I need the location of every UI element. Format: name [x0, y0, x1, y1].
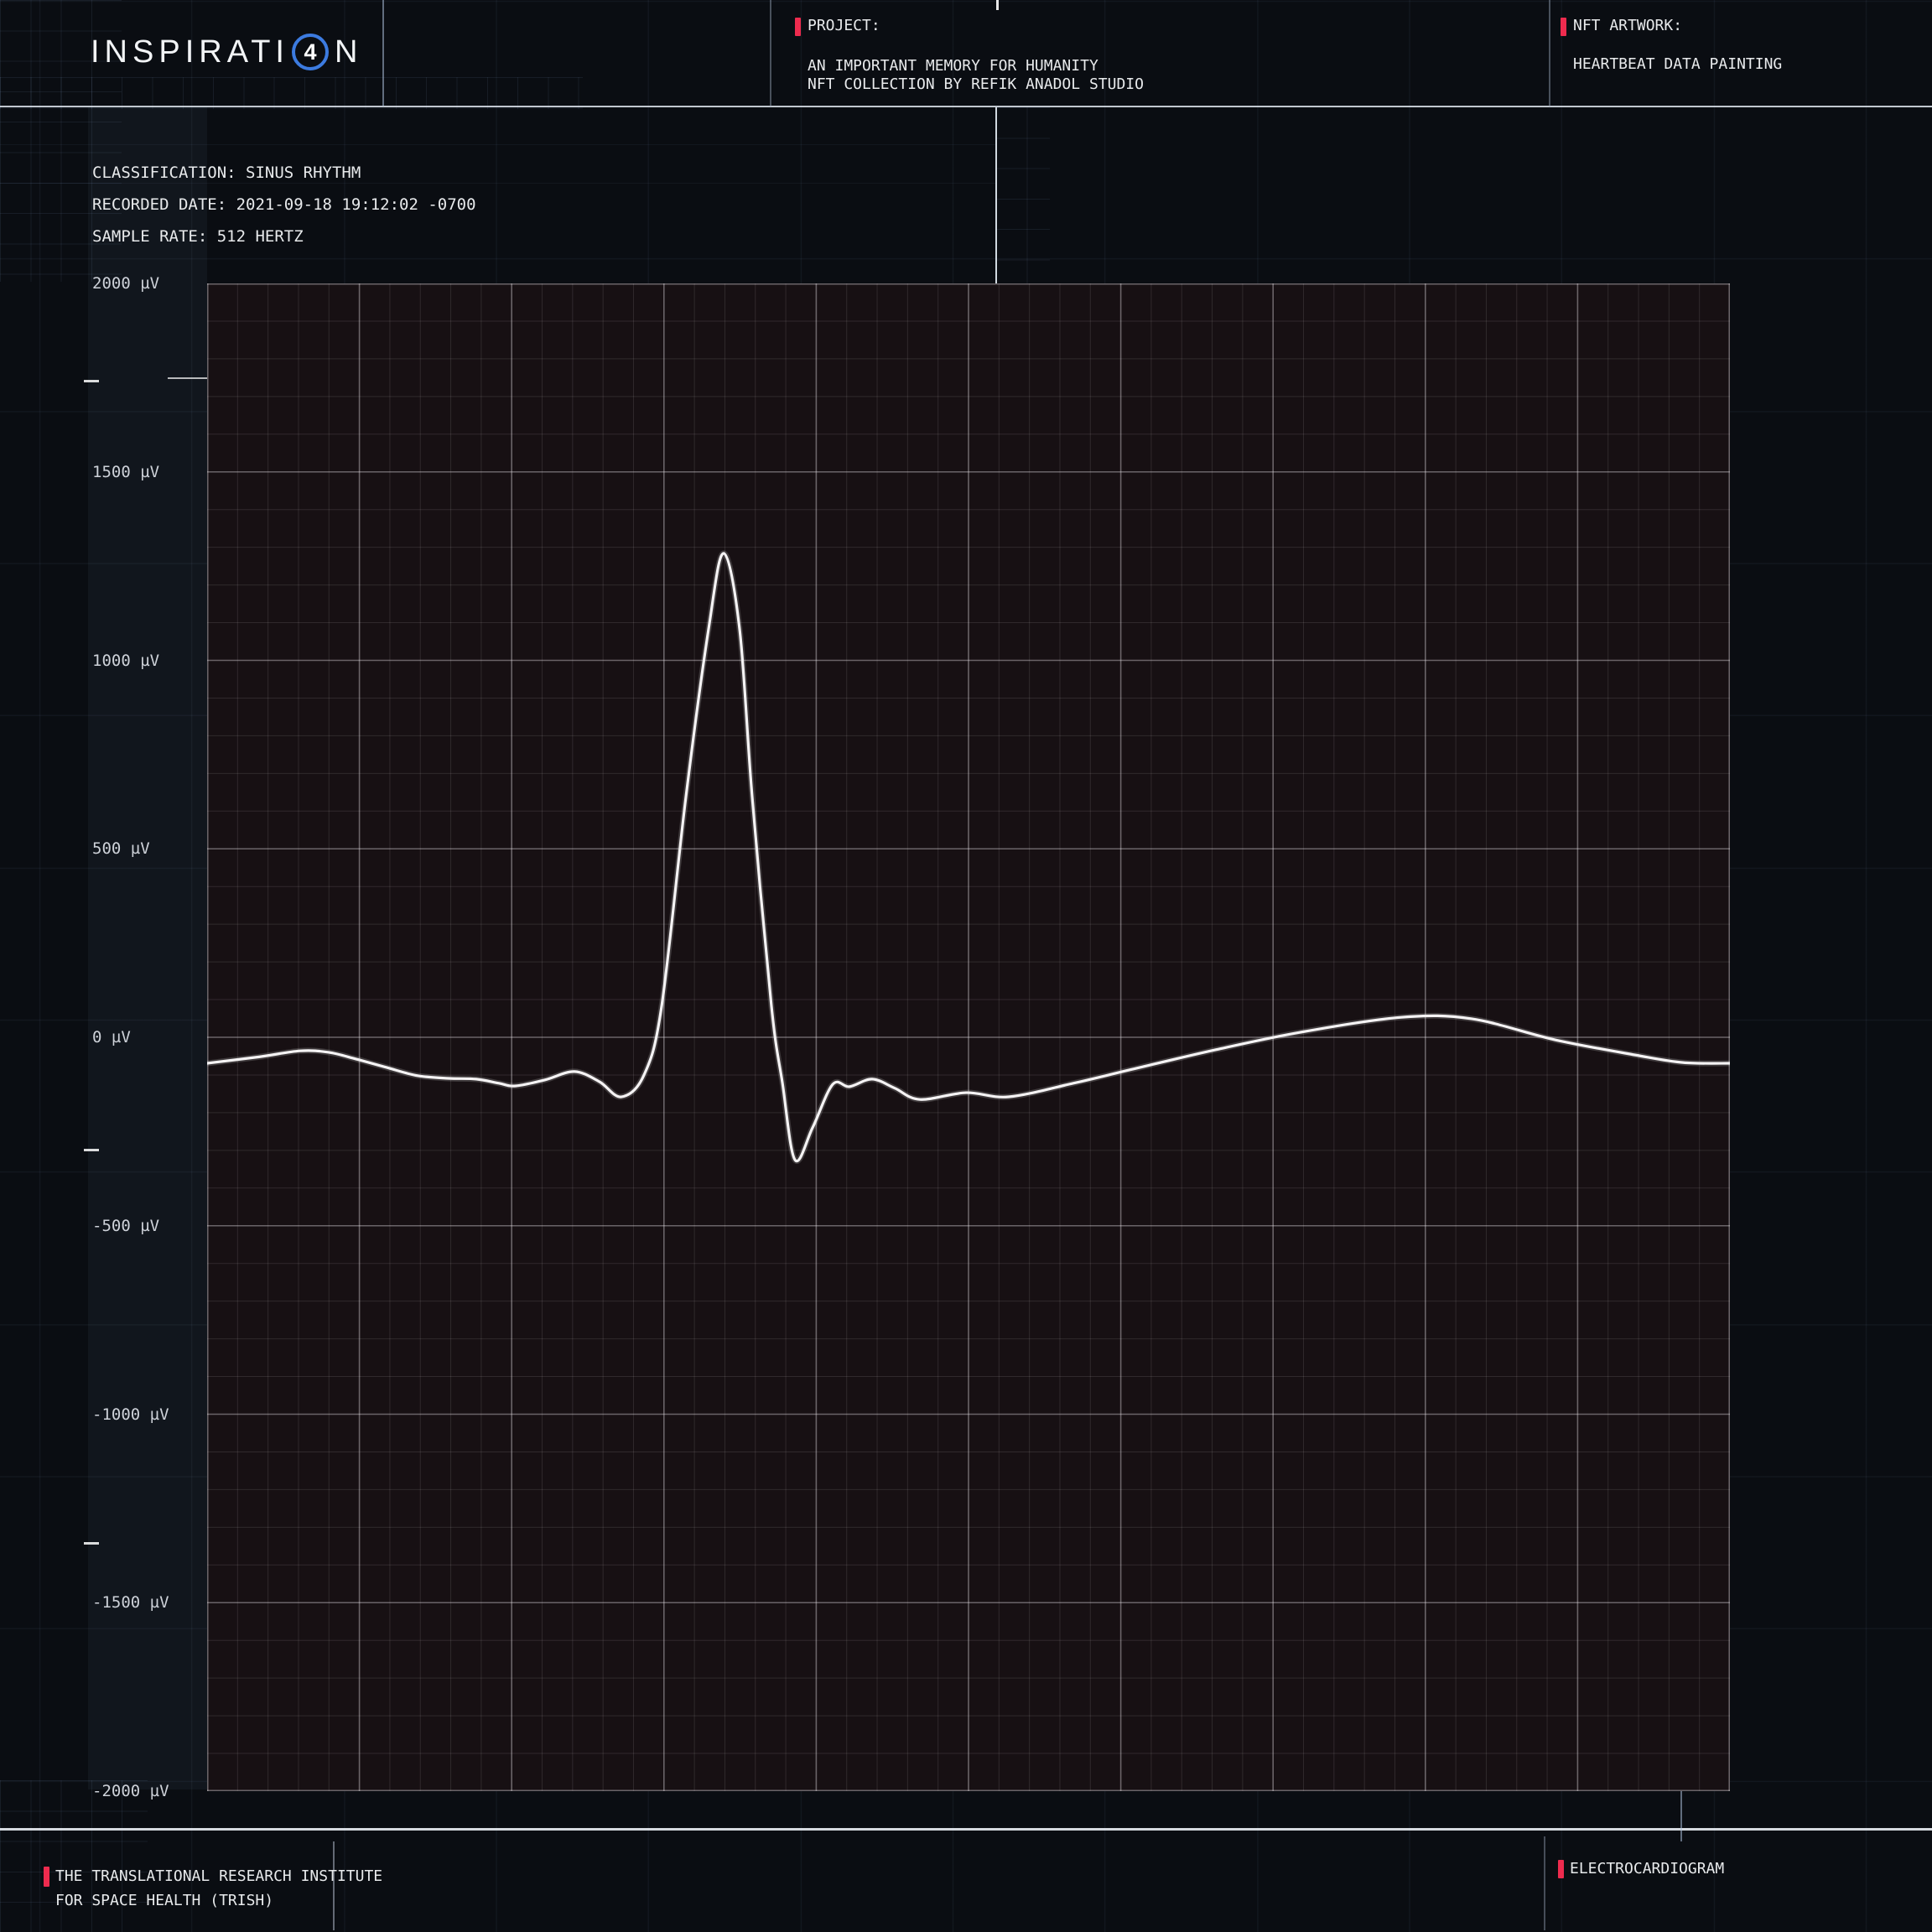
project-label: PROJECT: [808, 17, 880, 35]
y-axis-tick-label: -500 µV [92, 1215, 159, 1237]
inspiration4-logo: INSPIRATI 4 N [91, 30, 362, 74]
project-line-2: NFT COLLECTION BY REFIK ANADOL STUDIO [808, 75, 1144, 94]
y-axis-tick-label: 1500 µV [92, 461, 159, 483]
ecg-waveform-plot [207, 283, 1730, 1791]
dense-grid-logo-row [0, 77, 583, 109]
y-axis-tick-label: -1000 µV [92, 1404, 169, 1426]
header-divider-project [770, 0, 771, 106]
header-separator-line [0, 106, 1932, 107]
top-edge-tick [996, 0, 999, 10]
footer-vertical-line [1544, 1836, 1545, 1930]
y-axis-tick-label: -2000 µV [92, 1780, 169, 1802]
trish-line-1: THE TRANSLATIONAL RESEARCH INSTITUTE [55, 1864, 382, 1888]
project-line-1: AN IMPORTANT MEMORY FOR HUMANITY [808, 57, 1098, 75]
red-marker-ecg [1558, 1860, 1564, 1878]
red-marker-trish [44, 1867, 49, 1887]
y-axis-tick-label: 2000 µV [92, 273, 159, 294]
axis-label-panel [88, 107, 207, 1789]
logo-circle-digit: 4 [304, 39, 316, 65]
sample-rate-text: SAMPLE RATE: 512 HERTZ [92, 227, 304, 246]
footer-separator-line [0, 1828, 1932, 1831]
ecg-chart [207, 283, 1730, 1791]
logo-text-suffix: N [335, 34, 362, 70]
red-marker-artwork [1561, 18, 1566, 36]
y-axis-tick-label: 1000 µV [92, 650, 159, 672]
y-axis-tick-label: 0 µV [92, 1026, 131, 1048]
recorded-date-text: RECORDED DATE: 2021-09-18 19:12:02 -0700 [92, 195, 476, 214]
logo-text-prefix: INSPIRATI [91, 34, 289, 70]
header-vertical-line [382, 0, 384, 106]
y-axis-tick-label: 500 µV [92, 838, 150, 860]
logo-circle-4-icon: 4 [292, 34, 329, 70]
hud-vertical-line [995, 107, 997, 285]
classification-text: CLASSIFICATION: SINUS RHYTHM [92, 164, 361, 182]
y-axis-tick-label: -1500 µV [92, 1592, 169, 1613]
axis-tick [168, 377, 207, 379]
left-edge-tick [84, 1542, 99, 1545]
artwork-title: HEARTBEAT DATA PAINTING [1573, 55, 1782, 74]
artwork-label: NFT ARTWORK: [1573, 17, 1682, 35]
left-edge-tick [84, 1149, 99, 1151]
red-marker-project [795, 18, 801, 36]
dense-grid-column [996, 107, 1050, 285]
nft-artwork-canvas: INSPIRATI 4 N PROJECT: AN IMPORTANT MEMO… [0, 0, 1932, 1932]
footer-vertical-line [1680, 1789, 1682, 1841]
electrocardiogram-label: ELECTROCARDIOGRAM [1570, 1857, 1724, 1881]
trish-line-2: FOR SPACE HEALTH (TRISH) [55, 1888, 273, 1913]
header-divider-artwork [1549, 0, 1550, 106]
left-edge-tick [84, 380, 99, 382]
